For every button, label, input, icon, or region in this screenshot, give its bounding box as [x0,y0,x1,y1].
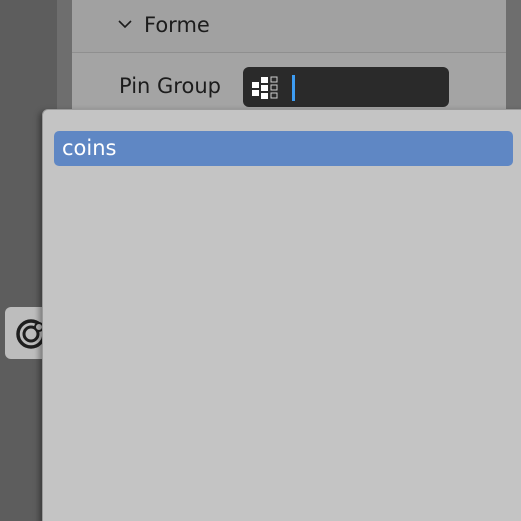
vertex-group-icon [252,76,278,99]
section-title: Forme [144,13,210,37]
pin-group-label: Pin Group [119,74,221,98]
text-cursor [292,75,295,101]
app-root: Forme Pin Group coins [0,0,521,521]
dropdown-item-label: coins [62,136,117,160]
section-header-forme[interactable] [72,0,506,53]
dropdown-item-coins[interactable]: coins [54,131,513,166]
pin-group-field[interactable] [243,67,449,107]
vertex-group-dropdown[interactable]: coins [42,109,521,521]
chevron-down-icon[interactable] [117,16,133,32]
